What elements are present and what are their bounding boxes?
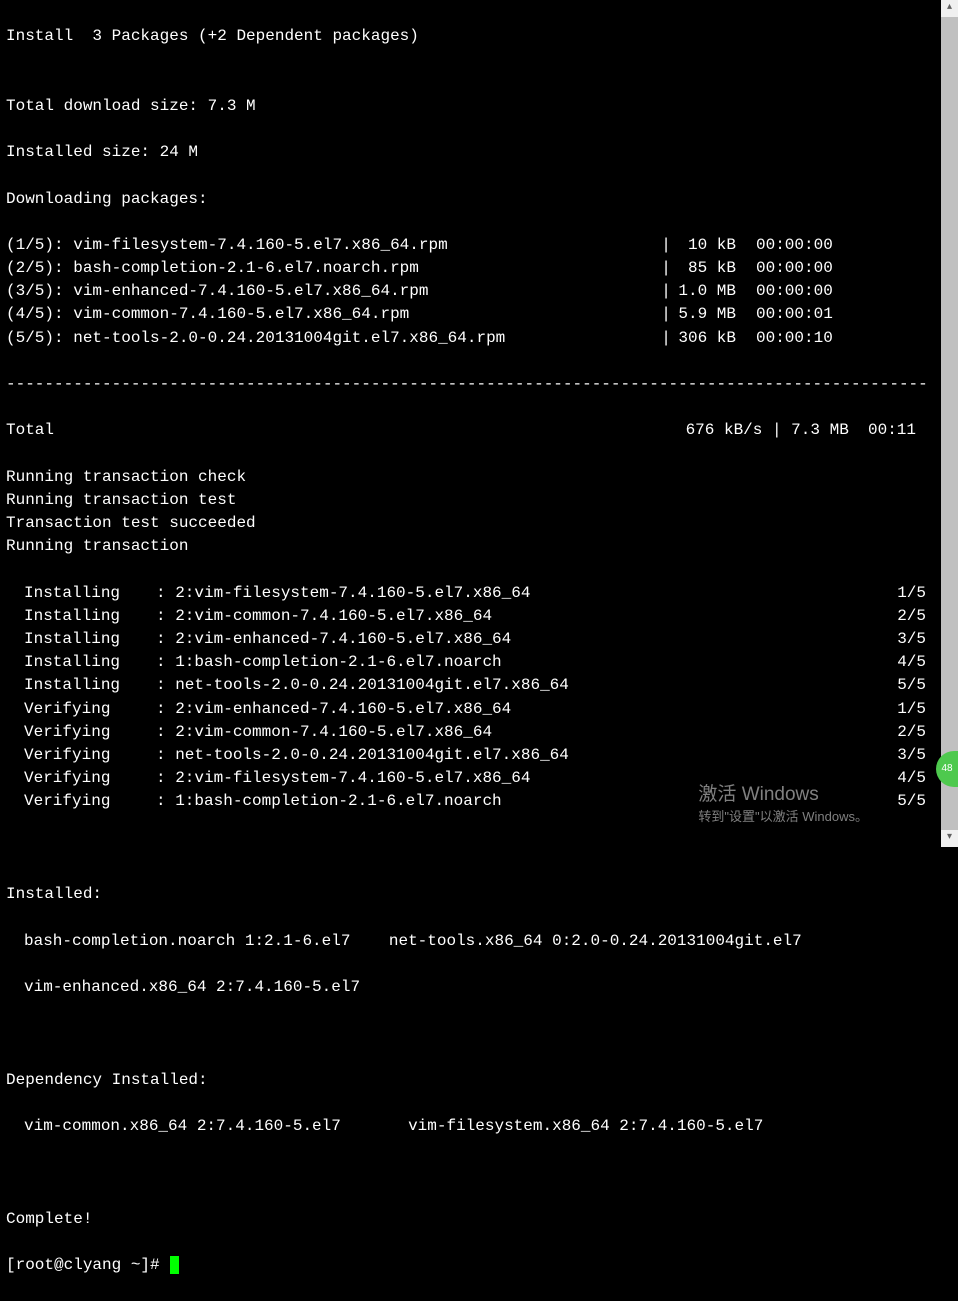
tx-package: : 1:bash-completion-2.1-6.el7.noarch xyxy=(156,651,897,674)
tx-package: : net-tools-2.0-0.24.20131004git.el7.x86… xyxy=(156,674,897,697)
transaction-status: Running transaction test xyxy=(6,489,946,512)
tx-package: : 1:bash-completion-2.1-6.el7.noarch xyxy=(156,790,897,813)
tx-action: Verifying xyxy=(6,767,156,790)
tx-count: 1/5 xyxy=(897,582,946,605)
scroll-down-button[interactable]: ▾ xyxy=(941,830,958,847)
separator-line: ----------------------------------------… xyxy=(6,373,926,396)
download-separator: | xyxy=(656,234,676,257)
installed-row: vim-enhanced.x86_64 2:7.4.160-5.el7 xyxy=(6,976,946,999)
blank-line xyxy=(6,1161,946,1184)
tx-package: : 2:vim-common-7.4.160-5.el7.x86_64 xyxy=(156,605,897,628)
transaction-step: Installing : 2:vim-enhanced-7.4.160-5.el… xyxy=(6,628,946,651)
download-time: 00:00:01 xyxy=(756,303,833,326)
download-size: 306 kB xyxy=(676,327,756,350)
transaction-step: Installing : 2:vim-filesystem-7.4.160-5.… xyxy=(6,582,946,605)
scroll-up-button[interactable]: ▴ xyxy=(941,0,958,17)
tx-package: : 2:vim-filesystem-7.4.160-5.el7.x86_64 xyxy=(156,582,897,605)
tx-action: Installing xyxy=(6,674,156,697)
transaction-status: Running transaction check xyxy=(6,466,946,489)
installed-row: bash-completion.noarch 1:2.1-6.el7 net-t… xyxy=(6,930,946,953)
download-time: 00:00:00 xyxy=(756,257,833,280)
download-name: (2/5): bash-completion-2.1-6.el7.noarch.… xyxy=(6,257,656,280)
transaction-status: Running transaction xyxy=(6,535,946,558)
transaction-step: Installing : 2:vim-common-7.4.160-5.el7.… xyxy=(6,605,946,628)
download-row: (4/5): vim-common-7.4.160-5.el7.x86_64.r… xyxy=(6,303,946,326)
transaction-step: Verifying : 2:vim-common-7.4.160-5.el7.x… xyxy=(6,721,946,744)
tx-action: Installing xyxy=(6,651,156,674)
tx-action: Installing xyxy=(6,605,156,628)
cursor xyxy=(170,1256,179,1274)
install-summary: Install 3 Packages (+2 Dependent package… xyxy=(6,25,946,48)
download-name: (4/5): vim-common-7.4.160-5.el7.x86_64.r… xyxy=(6,303,656,326)
tx-package: : 2:vim-common-7.4.160-5.el7.x86_64 xyxy=(156,721,897,744)
tx-package: : net-tools-2.0-0.24.20131004git.el7.x86… xyxy=(156,744,897,767)
tx-count: 3/5 xyxy=(897,628,946,651)
transaction-step: Verifying : 2:vim-enhanced-7.4.160-5.el7… xyxy=(6,698,946,721)
download-row: (3/5): vim-enhanced-7.4.160-5.el7.x86_64… xyxy=(6,280,946,303)
download-name: (1/5): vim-filesystem-7.4.160-5.el7.x86_… xyxy=(6,234,656,257)
total-download-size: Total download size: 7.3 M xyxy=(6,95,946,118)
transaction-step: Installing : 1:bash-completion-2.1-6.el7… xyxy=(6,651,946,674)
transaction-step: Verifying : net-tools-2.0-0.24.20131004g… xyxy=(6,744,946,767)
installed-header: Installed: xyxy=(6,883,946,906)
download-size: 10 kB xyxy=(676,234,756,257)
tx-action: Installing xyxy=(6,628,156,651)
download-size: 5.9 MB xyxy=(676,303,756,326)
download-name: (3/5): vim-enhanced-7.4.160-5.el7.x86_64… xyxy=(6,280,656,303)
transaction-status: Transaction test succeeded xyxy=(6,512,946,535)
scroll-thumb[interactable] xyxy=(941,17,958,830)
terminal-output[interactable]: Install 3 Packages (+2 Dependent package… xyxy=(6,2,946,1301)
installed-size: Installed size: 24 M xyxy=(6,141,946,164)
download-separator: | xyxy=(656,327,676,350)
scroll-track[interactable] xyxy=(941,17,958,830)
transaction-step: Verifying : 2:vim-filesystem-7.4.160-5.e… xyxy=(6,767,946,790)
download-row: (2/5): bash-completion-2.1-6.el7.noarch.… xyxy=(6,257,946,280)
download-separator: | xyxy=(656,303,676,326)
download-row: (5/5): net-tools-2.0-0.24.20131004git.el… xyxy=(6,327,946,350)
dependency-installed-header: Dependency Installed: xyxy=(6,1069,946,1092)
download-size: 85 kB xyxy=(676,257,756,280)
tx-action: Verifying xyxy=(6,698,156,721)
blank-line xyxy=(6,837,946,860)
download-size: 1.0 MB xyxy=(676,280,756,303)
transaction-step: Installing : net-tools-2.0-0.24.20131004… xyxy=(6,674,946,697)
tx-action: Verifying xyxy=(6,744,156,767)
prompt-line[interactable]: [root@clyang ~]# xyxy=(6,1254,946,1277)
tx-action: Verifying xyxy=(6,790,156,813)
download-name: (5/5): net-tools-2.0-0.24.20131004git.el… xyxy=(6,327,656,350)
tx-action: Verifying xyxy=(6,721,156,744)
tx-package: : 2:vim-enhanced-7.4.160-5.el7.x86_64 xyxy=(156,698,897,721)
downloading-header: Downloading packages: xyxy=(6,188,946,211)
tx-package: : 2:vim-filesystem-7.4.160-5.el7.x86_64 xyxy=(156,767,897,790)
tx-action: Installing xyxy=(6,582,156,605)
tx-package: : 2:vim-enhanced-7.4.160-5.el7.x86_64 xyxy=(156,628,897,651)
tx-count: 5/5 xyxy=(897,790,946,813)
dependency-installed-row: vim-common.x86_64 2:7.4.160-5.el7 vim-fi… xyxy=(6,1115,946,1138)
download-separator: | xyxy=(656,280,676,303)
download-time: 00:00:10 xyxy=(756,327,833,350)
complete-message: Complete! xyxy=(6,1208,946,1231)
blank-line xyxy=(6,1022,946,1045)
total-stats: 676 kB/s | 7.3 MB 00:11 xyxy=(686,419,946,442)
download-separator: | xyxy=(656,257,676,280)
total-row: Total 676 kB/s | 7.3 MB 00:11 xyxy=(6,419,946,442)
tx-count: 5/5 xyxy=(897,674,946,697)
tx-count: 1/5 xyxy=(897,698,946,721)
download-time: 00:00:00 xyxy=(756,234,833,257)
transaction-step: Verifying : 1:bash-completion-2.1-6.el7.… xyxy=(6,790,946,813)
badge-count: 48 xyxy=(941,762,952,777)
download-row: (1/5): vim-filesystem-7.4.160-5.el7.x86_… xyxy=(6,234,946,257)
vertical-scrollbar[interactable]: ▴ ▾ xyxy=(941,0,958,847)
tx-count: 2/5 xyxy=(897,605,946,628)
total-label: Total xyxy=(6,419,54,442)
tx-count: 2/5 xyxy=(897,721,946,744)
prompt-text: [root@clyang ~]# xyxy=(6,1256,169,1274)
download-time: 00:00:00 xyxy=(756,280,833,303)
tx-count: 4/5 xyxy=(897,651,946,674)
